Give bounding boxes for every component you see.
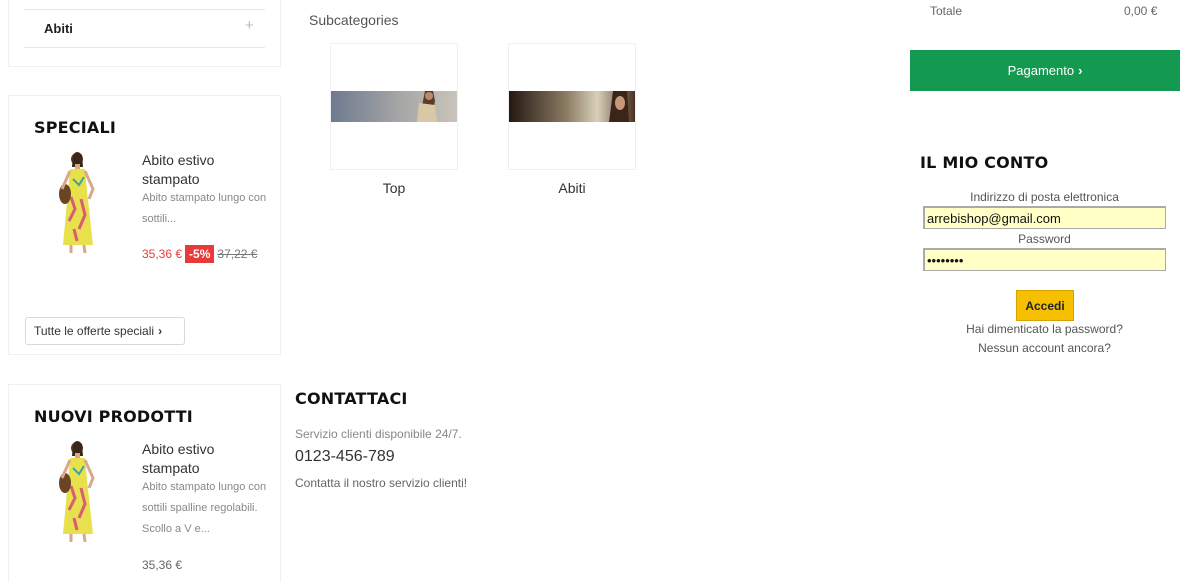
chevron-right-icon: › [158,324,163,338]
password-field[interactable] [923,248,1166,271]
subcategory-image[interactable] [331,91,457,122]
register-link[interactable]: Nessun account ancora? [923,341,1166,355]
forgot-password-link[interactable]: Hai dimenticato la password? [923,322,1166,336]
price-row: 35,36 € -5% 37,22 € [142,245,274,263]
categories-box: Abiti + [8,0,281,67]
specials-block: SPECIALI Abito estivo stampato Abito sta… [8,95,281,355]
subcategories-title: Subcategories [309,12,399,28]
chevron-right-icon: › [1078,63,1083,78]
new-products-block: NUOVI PRODOTTI Abito estivo stampato Abi… [8,384,281,582]
password-label: Password [1018,232,1071,246]
subcategory-label-top[interactable]: Top [330,180,458,196]
divider [24,9,265,10]
total-value: 0,00 € [1124,4,1158,18]
email-label: Indirizzo di posta elettronica [970,190,1119,204]
subcategory-label-abiti[interactable]: Abiti [508,180,636,196]
category-item-abiti[interactable]: Abiti [44,21,73,36]
product-name-link[interactable]: Abito estivo stampato [142,151,272,189]
checkout-button[interactable]: Pagamento › [910,50,1180,91]
discount-badge: -5% [185,245,215,263]
contact-link[interactable]: Contatta il nostro servizio clienti! [295,476,467,490]
price-old: 37,22 € [217,247,258,261]
product-name-link[interactable]: Abito estivo stampato [142,440,272,478]
contact-service-text: Servizio clienti disponibile 24/7. [295,427,462,441]
subcategory-image[interactable] [509,91,635,122]
login-button[interactable]: Accedi [1016,290,1074,321]
subcategory-card-abiti[interactable] [508,43,636,170]
product-image[interactable] [29,438,124,543]
product-price: 35,36 € [142,558,183,572]
account-title: IL MIO CONTO [920,153,1049,172]
contact-phone[interactable]: 0123-456-789 [295,448,395,466]
product-image[interactable] [29,149,124,254]
contact-title: CONTATTACI [295,389,408,408]
product-description: Abito stampato lungo con sottili spallin… [142,481,267,535]
product-description: Abito stampato lungo con sottili... [142,192,267,225]
new-products-title: NUOVI PRODOTTI [34,407,193,426]
subcategory-card-top[interactable] [330,43,458,170]
all-specials-label: Tutte le offerte speciali [34,324,155,338]
email-field[interactable] [923,206,1166,229]
expand-plus-icon[interactable]: + [245,17,254,34]
specials-title: SPECIALI [34,118,117,137]
all-specials-button[interactable]: Tutte le offerte speciali › [25,317,185,345]
divider [24,47,265,48]
checkout-label: Pagamento [1007,63,1075,78]
price-new: 35,36 € [142,247,183,261]
total-label: Totale [930,4,963,18]
